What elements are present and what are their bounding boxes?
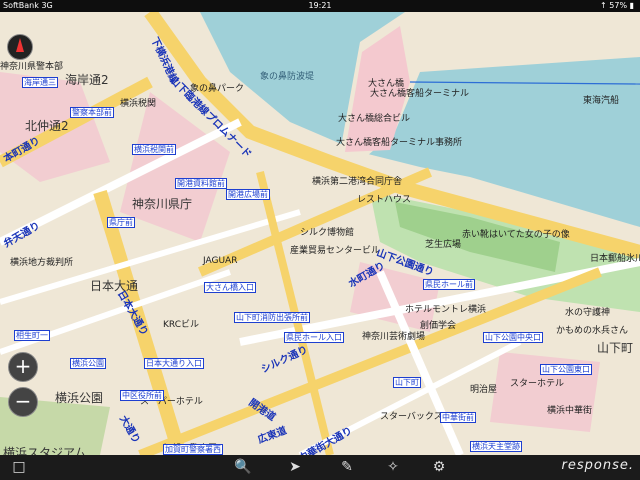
intersection-label: 中華街前	[440, 412, 476, 423]
map-view[interactable]: 海岸通2 北仲通2 日本大通 山下町 横浜公園 横浜スタジアム 象の鼻防波堤 象の鼻パーク 神奈…	[0, 12, 640, 455]
status-bar: SoftBank 3G 19:21 ↑ 57% ▮	[0, 0, 640, 12]
map-label: スターホテル	[510, 379, 565, 389]
map-label: 大さん橋	[368, 79, 405, 89]
map-label: KRCビル	[163, 320, 199, 330]
bottom-toolbar: □ 🔍 ➤ ✎ ✧ ⚙ response.	[0, 455, 640, 480]
map-label: 神奈川県庁	[132, 197, 193, 211]
map-label: 横浜地方裁判所	[10, 258, 74, 268]
intersection-label: 横浜天主堂跡	[470, 441, 522, 452]
navigation-arrow-icon[interactable]: ➤	[284, 457, 306, 477]
watermark: response.	[561, 458, 634, 473]
intersection-label: 山下公園東口	[540, 364, 592, 375]
zoom-in-button[interactable]: +	[8, 352, 38, 382]
intersection-label: 山下町消防出張所前	[234, 312, 310, 323]
map-label: ホテルモントレ横浜	[405, 305, 487, 315]
map-label: かもめの水兵さん	[556, 326, 629, 336]
map-label: 横浜中華街	[547, 406, 593, 416]
map-label: レストハウス	[357, 195, 412, 205]
intersection-label: 開港広場前	[226, 189, 270, 200]
map-label: 神奈川芸術劇場	[362, 332, 426, 342]
map-label: 芝生広場	[425, 240, 462, 250]
tools-icon[interactable]: ✧	[382, 457, 404, 477]
intersection-label: 日本大通り入口	[144, 358, 204, 369]
map-label: 日本郵船氷川丸	[590, 254, 640, 264]
battery-icon: ▮	[629, 1, 634, 10]
intersection-label: 相生町一	[14, 330, 50, 341]
intersection-label: 山下公園中央口	[483, 332, 543, 343]
compass-icon[interactable]	[7, 34, 33, 60]
intersection-label: 海岸通三	[22, 77, 58, 88]
battery-indicator: ↑ 57% ▮	[600, 1, 634, 10]
map-label: 水の守護神	[565, 308, 611, 318]
clock: 19:21	[308, 1, 332, 10]
intersection-label: 県庁前	[107, 217, 135, 228]
intersection-label: 山下町	[393, 377, 421, 388]
map-label: 海岸通2	[65, 73, 109, 87]
map-label: 東海汽船	[583, 96, 620, 106]
map-label: 神奈川県警本部	[0, 62, 64, 72]
map-label: 横浜第二港湾合同庁舎	[312, 177, 403, 187]
map-label: 大さん橋総合ビル	[338, 114, 411, 124]
gear-icon[interactable]: ⚙	[428, 457, 450, 477]
intersection-label: 中区役所前	[120, 390, 164, 401]
menu-icon[interactable]: □	[8, 457, 30, 477]
intersection-label: 開港資料館前	[175, 178, 227, 189]
map-label: JAGUAR	[203, 256, 238, 266]
map-label: 象の鼻防波堤	[260, 72, 315, 82]
map-label: スターバックス	[380, 412, 443, 422]
map-label: 創価学会	[420, 321, 457, 331]
map-label: シルク博物館	[300, 228, 355, 238]
intersection-label: 横浜公園	[70, 358, 106, 369]
map-label: 産業貿易センタービル	[290, 246, 381, 256]
map-label: 横浜スタジアム	[3, 446, 87, 456]
map-label: 横浜公園	[55, 391, 104, 405]
intersection-label: 警察本部前	[70, 107, 114, 118]
search-icon[interactable]: 🔍	[232, 457, 254, 477]
map-label: 北仲通2	[25, 119, 69, 133]
intersection-label: 大さん橋入口	[204, 282, 256, 293]
intersection-label: 加賀町警察署西	[163, 444, 223, 455]
lock-icon: ↑	[600, 1, 607, 10]
zoom-out-button[interactable]: −	[8, 387, 38, 417]
intersection-label: 県民ホール入口	[284, 332, 344, 343]
intersection-label: 横浜税関前	[132, 144, 176, 155]
map-label: 赤い靴はいてた女の子の像	[462, 230, 570, 240]
pen-icon[interactable]: ✎	[336, 457, 358, 477]
intersection-label: 県民ホール前	[423, 279, 475, 290]
map-label: 山下町	[597, 341, 634, 355]
map-label: 明治屋	[470, 385, 498, 395]
map-label: 横浜税関	[120, 99, 157, 109]
map-label: 大さん橋客船ターミナル事務所	[336, 138, 463, 148]
map-label: 大さん橋客船ターミナル	[370, 89, 470, 99]
